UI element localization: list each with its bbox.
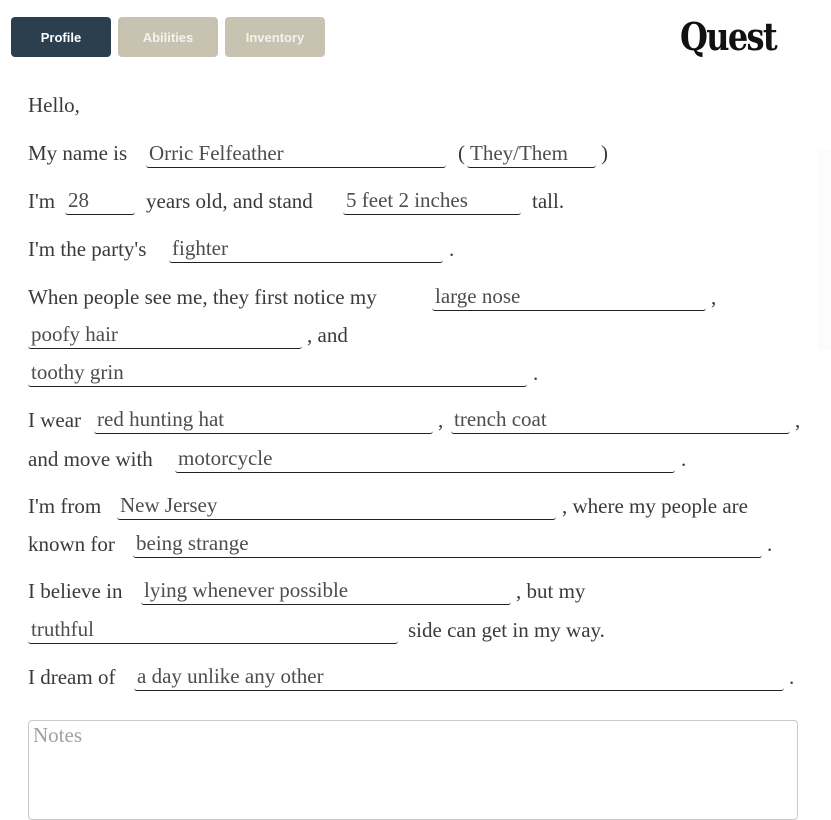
move-suffix: . (681, 447, 687, 471)
believe-field[interactable] (141, 577, 511, 605)
age-suffix: years old, and stand (146, 189, 313, 213)
notice-field-3[interactable] (28, 359, 527, 387)
notice-3-suffix: . (533, 361, 539, 385)
scrollbar-track[interactable] (818, 150, 831, 350)
from-suffix: , where my people are (562, 494, 748, 518)
side-suffix: side can get in my way. (408, 618, 605, 642)
age-label: I'm (28, 189, 56, 213)
role-label: I'm the party's (28, 237, 147, 261)
move-label: and move with (28, 447, 153, 471)
greeting-text: Hello, (28, 93, 80, 117)
tab-bar: Profile Abilities Inventory (11, 17, 325, 57)
quest-logo: Quest (680, 14, 780, 59)
name-field[interactable] (146, 140, 446, 168)
notes-textarea[interactable] (28, 720, 798, 820)
side-field[interactable] (28, 616, 398, 644)
wear-2-suffix: , (795, 408, 801, 432)
from-label: I'm from (28, 494, 102, 518)
height-field[interactable] (343, 187, 521, 215)
name-line-prefix: My name is (28, 140, 127, 166)
paren-open: ( (458, 141, 465, 165)
known-label: known for (28, 532, 115, 556)
wear-field-2[interactable] (451, 406, 790, 434)
wear-label: I wear (28, 408, 82, 432)
age-field[interactable] (65, 187, 135, 215)
dream-label: I dream of (28, 665, 116, 689)
believe-suffix: , but my (516, 579, 586, 603)
logo-text: Quest (680, 14, 778, 59)
tab-inventory[interactable]: Inventory (225, 17, 325, 57)
role-field[interactable] (169, 235, 443, 263)
notice-1-suffix: , (711, 285, 717, 309)
paren-close: ) (601, 141, 608, 165)
believe-label: I believe in (28, 579, 123, 603)
greeting: Hello, (28, 92, 80, 118)
dream-suffix: . (789, 665, 795, 689)
notice-2-suffix: , and (307, 323, 348, 347)
from-field[interactable] (117, 492, 556, 520)
notice-field-2[interactable] (28, 321, 302, 349)
role-suffix: . (449, 237, 455, 261)
known-field[interactable] (133, 530, 762, 558)
move-field[interactable] (175, 445, 675, 473)
tab-abilities[interactable]: Abilities (118, 17, 218, 57)
known-suffix: . (767, 532, 773, 556)
wear-field-1[interactable] (94, 406, 433, 434)
notice-field-1[interactable] (432, 283, 706, 311)
pronouns-field[interactable] (467, 140, 596, 168)
name-label: My name is (28, 141, 128, 165)
wear-1-suffix: , (438, 408, 444, 432)
dream-field[interactable] (134, 663, 784, 691)
tab-profile[interactable]: Profile (11, 17, 111, 57)
height-suffix: tall. (532, 189, 565, 213)
notice-label: When people see me, they first notice my (28, 285, 377, 309)
